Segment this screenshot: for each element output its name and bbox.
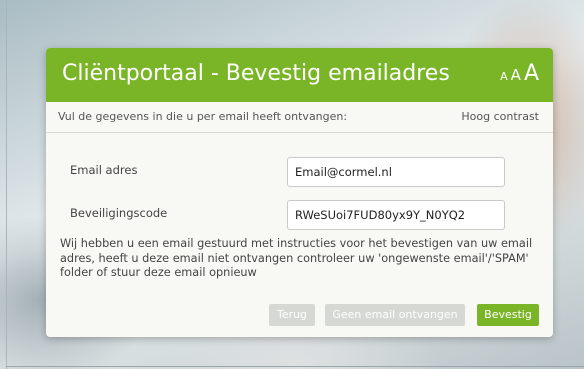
back-button[interactable]: Terug [269,304,315,326]
intro-text: Vul de gegevens in die u per email heeft… [58,110,348,123]
dialog-header: Cliëntportaal - Bevestig emailadres A A … [46,48,553,102]
font-size-small-button[interactable]: A [500,63,508,91]
font-size-medium-button[interactable]: A [511,61,521,89]
resend-email-button[interactable]: Geen email ontvangen [325,304,465,326]
confirm-email-dialog: Cliëntportaal - Bevestig emailadres A A … [46,48,553,337]
security-code-field[interactable]: RWeSUoi7FUD80yx9Y_N0YQ2 [287,200,505,230]
confirm-button[interactable]: Bevestig [477,304,539,326]
email-label: Email adres [70,163,138,177]
instruction-message: Wij hebben u een email gestuurd met inst… [60,237,533,279]
email-field[interactable]: Email@cormel.nl [287,157,505,187]
high-contrast-link[interactable]: Hoog contrast [461,110,539,123]
font-size-controls: A A A [500,60,539,91]
dialog-subheader: Vul de gegevens in die u per email heeft… [46,102,553,133]
window-edge-bottom [6,366,584,367]
window-edge-left [6,0,7,369]
page-title: Cliëntportaal - Bevestig emailadres [62,61,450,86]
security-code-label: Beveiligingscode [70,206,168,220]
font-size-large-button[interactable]: A [524,60,539,88]
